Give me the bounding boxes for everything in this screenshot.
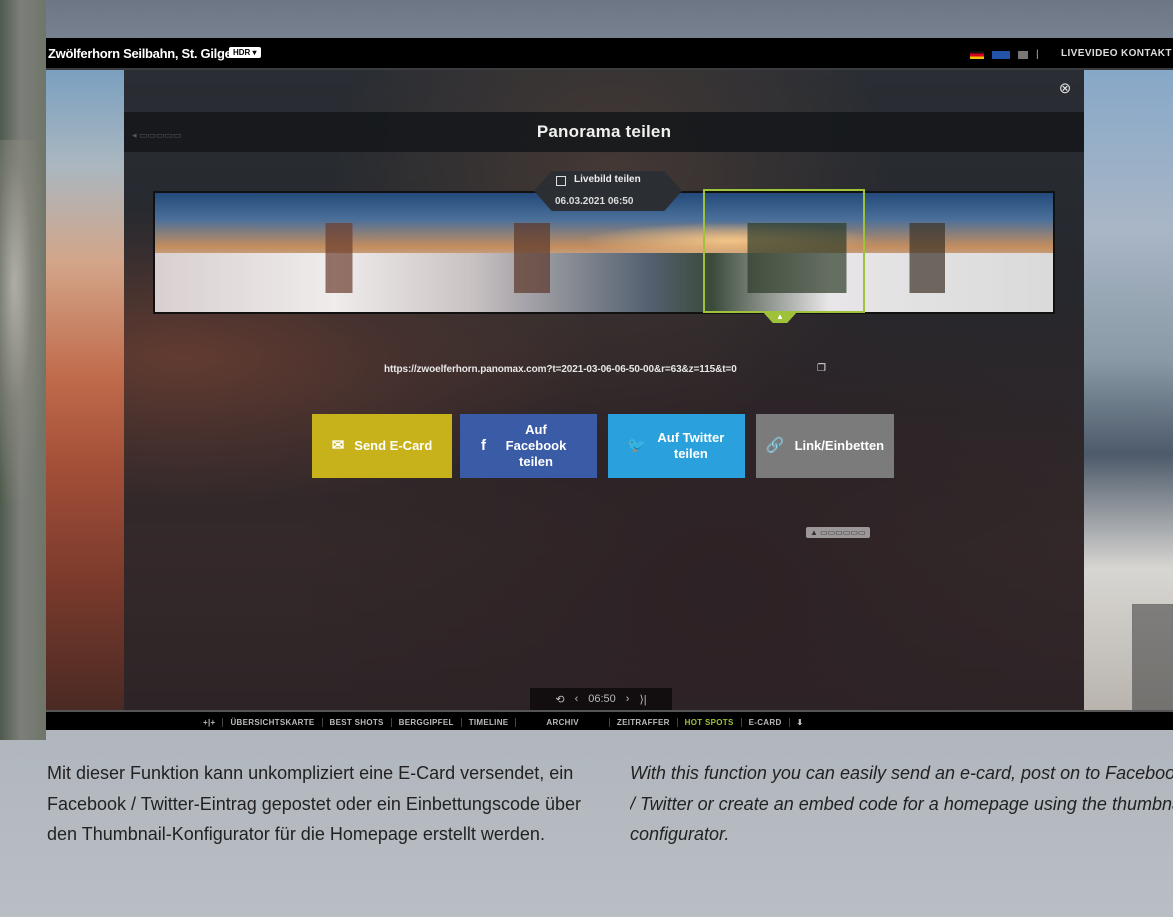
share-url[interactable]: https://zwoelferhorn.panomax.com?t=2021-… (384, 364, 737, 375)
german-flag-icon[interactable] (970, 50, 984, 59)
time-navigation: ⟲ ‹ 06:50 › ⟩| (530, 688, 672, 710)
send-ecard-label: Send E-Card (354, 438, 433, 453)
menu-hot-spots[interactable]: HOT SPOTS (678, 717, 742, 727)
snapshot-date: 06.03.2021 06:50 (555, 196, 634, 207)
menu-zoom[interactable]: +|+ (196, 717, 224, 727)
menu-zeitraffer[interactable]: ZEITRAFFER (610, 717, 678, 727)
modal-overlay (124, 70, 1084, 710)
current-time: 06:50 (588, 693, 616, 705)
last-icon[interactable]: ⟩| (639, 693, 646, 706)
separator: | (1036, 49, 1039, 60)
menu-uebersichtskarte[interactable]: ÜBERSICHTSKARTE (223, 717, 323, 727)
refresh-icon[interactable]: ⟲ (555, 693, 564, 706)
close-icon[interactable]: ⊗ (1057, 81, 1073, 97)
twitter-icon: 🐦 (627, 437, 646, 454)
description-german: Mit dieser Funktion kann unkompliziert e… (47, 763, 581, 844)
download-icon[interactable]: ⬇ (790, 718, 811, 727)
top-bar: Zwölferhorn Seilbahn, St. Gilgen HDR ▾ |… (46, 38, 1173, 70)
link-embed-label: Link/Einbetten (794, 438, 885, 453)
language-flag-icon[interactable] (1018, 50, 1028, 59)
share-panel-title: Panorama teilen (536, 122, 672, 141)
copy-icon[interactable]: ❐ (817, 363, 826, 374)
send-ecard-button[interactable]: ✉ Send E-Card (312, 414, 452, 478)
facebook-share-label: Auf Facebook teilen (505, 422, 567, 469)
twitter-share-label: Auf Twitter teilen (657, 430, 725, 461)
link-embed-button[interactable]: 🔗 Link/Einbetten (756, 414, 894, 478)
livevideo-link[interactable]: LIVEVIDEO (1061, 48, 1118, 59)
menu-best-shots[interactable]: BEST SHOTS (323, 717, 392, 727)
menu-timeline[interactable]: TIMELINE (462, 717, 517, 727)
hotspot-label[interactable]: ▲ ▭▭▭▭▭▭ (806, 527, 870, 538)
link-icon: 🔗 (765, 437, 785, 454)
previous-icon[interactable]: ‹ (575, 693, 579, 705)
background-mountain-left (0, 0, 46, 740)
hdr-toggle[interactable]: HDR ▾ (229, 47, 261, 58)
kontakt-link[interactable]: KONTAKT (1121, 48, 1172, 59)
envelope-icon: ✉ (331, 437, 345, 454)
panorama-selection-frame[interactable] (703, 189, 865, 313)
livebild-checkbox[interactable] (556, 176, 566, 186)
next-icon[interactable]: › (626, 693, 630, 705)
description-english: With this function you can easily send a… (630, 763, 1173, 844)
panorama-left-edge (46, 70, 124, 710)
twitter-share-button[interactable]: 🐦 Auf Twitter teilen (608, 414, 745, 478)
window-title: Zwölferhorn Seilbahn, St. Gilgen (48, 46, 240, 61)
livebild-label: Livebild teilen (574, 174, 641, 185)
menu-e-card[interactable]: E-CARD (742, 717, 790, 727)
language-flags: | (970, 49, 1039, 60)
bottom-menu: +|+ ÜBERSICHTSKARTE BEST SHOTS BERGGIPFE… (46, 710, 1173, 730)
english-flag-icon[interactable] (992, 50, 1010, 59)
weather-info-box[interactable] (1132, 604, 1173, 712)
menu-archiv[interactable]: ARCHIV (516, 717, 610, 727)
facebook-icon: f (481, 437, 486, 454)
menu-berggipfel[interactable]: BERGGIPFEL (392, 717, 462, 727)
screenshot-frame: Zwölferhorn Seilbahn, St. Gilgen HDR ▾ |… (46, 38, 1173, 730)
facebook-share-button[interactable]: f Auf Facebook teilen (460, 414, 597, 478)
